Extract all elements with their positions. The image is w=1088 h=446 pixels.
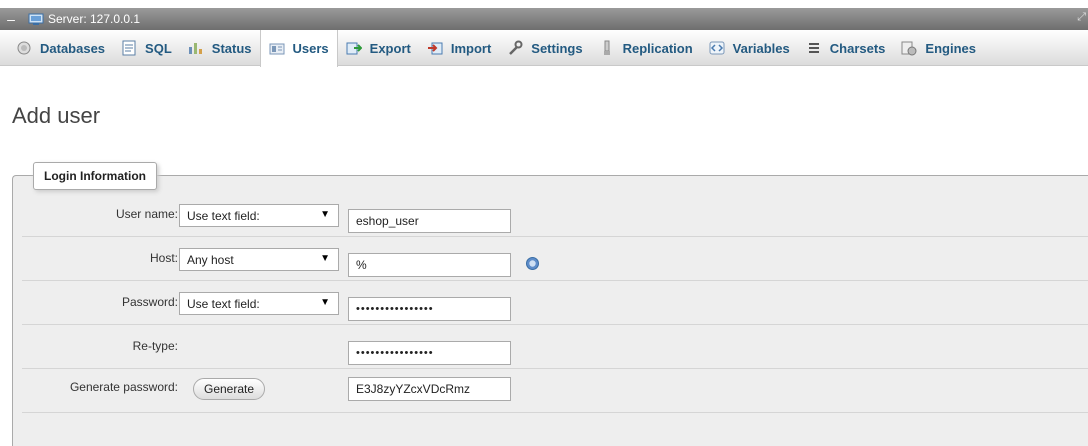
tab-users[interactable]: Users	[259, 30, 338, 67]
sql-icon	[121, 40, 137, 56]
import-icon	[427, 40, 443, 56]
login-information-fieldset: Login Information User name: Use text fi…	[12, 162, 1088, 446]
dropdown-arrow-icon: ▼	[320, 209, 330, 220]
expand-icon[interactable]: ⤢	[1077, 11, 1086, 24]
dropdown-arrow-icon: ▼	[320, 253, 330, 264]
username-label: User name:	[115, 207, 178, 221]
retype-row: Re-type: ••••••••••••••••	[22, 325, 1088, 369]
server-breadcrumb-bar: – Server: 127.0.0.1 ⤢	[0, 8, 1088, 30]
tab-variables[interactable]: Variables	[701, 30, 798, 66]
tab-label: Charsets	[829, 40, 886, 56]
password-type-select[interactable]: Use text field: ▼	[179, 292, 339, 315]
page: – Server: 127.0.0.1 ⤢ Databases SQL Stat…	[0, 0, 1088, 446]
username-type-select[interactable]: Use text field: ▼	[179, 204, 339, 227]
retype-label: Re-type:	[132, 339, 178, 353]
variables-icon	[709, 40, 725, 56]
username-row: User name: Use text field: ▼ eshop_user	[22, 193, 1088, 237]
charsets-icon	[806, 40, 822, 56]
wrench-icon	[507, 40, 523, 56]
host-label: Host:	[149, 251, 178, 265]
replication-icon	[599, 40, 615, 56]
password-label: Password:	[121, 295, 178, 309]
tab-label: Engines	[925, 40, 976, 56]
database-icon	[16, 40, 32, 56]
tab-label: Export	[369, 40, 411, 56]
tab-replication[interactable]: Replication	[591, 30, 701, 66]
tab-label: Settings	[531, 40, 583, 56]
top-tabs: Databases SQL Status Users Export Import…	[0, 30, 1088, 67]
server-icon	[28, 13, 44, 25]
collapse-icon[interactable]: –	[0, 8, 22, 30]
host-row: Host: Any host ▼ %	[22, 237, 1088, 281]
tab-status[interactable]: Status	[180, 30, 260, 66]
host-type-select[interactable]: Any host ▼	[179, 248, 339, 271]
generate-button[interactable]: Generate	[193, 378, 266, 400]
password-row: Password: Use text field: ▼ ••••••••••••…	[22, 281, 1088, 325]
status-icon	[188, 40, 204, 56]
tab-databases[interactable]: Databases	[8, 30, 113, 66]
tab-import[interactable]: Import	[419, 30, 499, 66]
tab-label: SQL	[145, 40, 172, 56]
engines-icon	[901, 40, 917, 56]
tab-label: Replication	[622, 40, 693, 56]
retype-password-input[interactable]: ••••••••••••••••	[348, 341, 511, 365]
fieldset-legend: Login Information	[33, 162, 157, 190]
host-input[interactable]: %	[348, 253, 511, 277]
tab-label: Import	[450, 40, 492, 56]
tab-label: Users	[292, 41, 329, 56]
tab-label: Variables	[732, 40, 790, 56]
tab-label: Status	[211, 40, 252, 56]
export-icon	[346, 40, 362, 56]
generate-password-row: Generate password: Generate E3J8zyYZcxVD…	[22, 369, 1088, 413]
generate-password-label: Generate password:	[69, 380, 178, 394]
username-input[interactable]: eshop_user	[348, 209, 511, 233]
tab-charsets[interactable]: Charsets	[798, 30, 894, 66]
dropdown-arrow-icon: ▼	[320, 297, 330, 308]
password-input[interactable]: ••••••••••••••••	[348, 297, 511, 321]
tab-label: Databases	[40, 40, 106, 56]
tab-sql[interactable]: SQL	[113, 30, 180, 66]
generated-password-input[interactable]: E3J8zyYZcxVDcRmz	[348, 377, 511, 401]
tab-settings[interactable]: Settings	[499, 30, 590, 66]
page-title: Add user	[12, 103, 101, 128]
tab-export[interactable]: Export	[338, 30, 419, 66]
top-line	[0, 0, 1088, 8]
users-icon	[269, 41, 285, 57]
help-icon[interactable]	[526, 257, 539, 270]
server-link[interactable]: Server: 127.0.0.1	[48, 12, 140, 26]
tab-engines[interactable]: Engines	[893, 30, 984, 66]
